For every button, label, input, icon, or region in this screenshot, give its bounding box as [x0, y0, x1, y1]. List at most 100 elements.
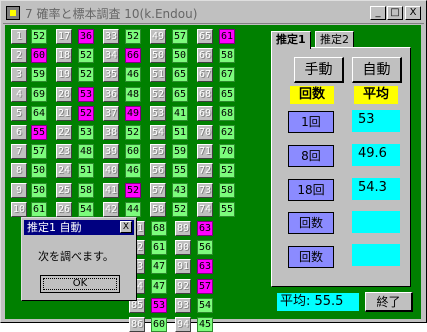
- grid-index-button[interactable]: 8: [11, 163, 27, 178]
- dialog-title: 推定1 自動 X: [24, 220, 134, 235]
- grid-value-cell: 52: [125, 125, 141, 140]
- grid-index-button[interactable]: 55: [150, 144, 166, 159]
- grid-index-button[interactable]: 54: [150, 125, 166, 140]
- grid-index-button[interactable]: 24: [56, 163, 72, 178]
- maximize-button[interactable]: □: [387, 6, 403, 20]
- grid-index-button[interactable]: 1: [11, 29, 27, 44]
- app-icon[interactable]: [6, 6, 20, 20]
- grid-index-button[interactable]: 57: [150, 183, 166, 198]
- auto-button[interactable]: 自動: [352, 57, 402, 83]
- grid-value-cell: 65: [172, 87, 188, 102]
- grid-index-button[interactable]: 37: [103, 106, 119, 121]
- grid-index-button[interactable]: 93: [175, 298, 191, 313]
- overall-average: 平均: 55.5: [277, 293, 359, 311]
- grid-index-button[interactable]: 52: [150, 87, 166, 102]
- grid-value-cell: 58: [219, 183, 235, 198]
- grid-index-button[interactable]: 33: [103, 29, 119, 44]
- grid-value-cell: 50: [31, 183, 47, 198]
- grid-value-cell: 57: [197, 279, 213, 294]
- grid-index-button[interactable]: 23: [56, 144, 72, 159]
- grid-index-button[interactable]: 22: [56, 125, 72, 140]
- grid-index-button[interactable]: 71: [197, 144, 213, 159]
- grid-index-button[interactable]: 91: [175, 259, 191, 274]
- dialog-ok-button[interactable]: OK: [40, 275, 120, 293]
- grid-index-button[interactable]: 10: [11, 202, 27, 217]
- grid-index-button[interactable]: 26: [56, 202, 72, 217]
- grid-value-cell: 58: [78, 183, 94, 198]
- minimize-button[interactable]: _: [370, 6, 386, 20]
- grid-index-button[interactable]: 18: [56, 48, 72, 63]
- exit-button[interactable]: 終了: [365, 292, 413, 312]
- tab-estimate1[interactable]: 推定1: [271, 31, 311, 49]
- grid-index-button[interactable]: 42: [103, 202, 119, 217]
- manual-button[interactable]: 手動: [294, 57, 344, 83]
- grid-index-button[interactable]: 51: [150, 67, 166, 82]
- tab-estimate2[interactable]: 推定2: [315, 31, 354, 47]
- dialog-title-text: 推定1 自動: [27, 221, 82, 234]
- grid-value-cell: 70: [219, 144, 235, 159]
- grid-index-button[interactable]: 92: [175, 279, 191, 294]
- grid-index-button[interactable]: 20: [56, 87, 72, 102]
- grid-index-button[interactable]: 35: [103, 67, 119, 82]
- grid-index-button[interactable]: 4: [11, 87, 27, 102]
- grid-index-button[interactable]: 94: [175, 317, 191, 332]
- grid-value-cell: 65: [219, 87, 235, 102]
- message-dialog: 推定1 自動 X 次を調べます。 OK: [21, 217, 137, 301]
- grid-index-button[interactable]: 25: [56, 183, 72, 198]
- grid-index-button[interactable]: 68: [197, 87, 213, 102]
- grid-index-button[interactable]: 50: [150, 48, 166, 63]
- title-bar: 7 確率と標本調査 10(k.Endou) _ □ X: [3, 3, 424, 24]
- grid-index-button[interactable]: 34: [103, 48, 119, 63]
- grid-index-button[interactable]: 7: [11, 144, 27, 159]
- grid-index-button[interactable]: 6: [11, 125, 27, 140]
- grid-value-cell: 36: [78, 29, 94, 44]
- grid-value-cell: 52: [125, 183, 141, 198]
- grid-value-cell: 58: [219, 48, 235, 63]
- grid-index-button[interactable]: 9: [11, 183, 27, 198]
- grid-value-cell: 66: [125, 48, 141, 63]
- count-box-1: 1回: [288, 111, 334, 133]
- grid-value-cell: 57: [31, 144, 47, 159]
- grid-value-cell: 52: [125, 29, 141, 44]
- grid-index-button[interactable]: 67: [197, 67, 213, 82]
- grid-index-button[interactable]: 74: [197, 202, 213, 217]
- close-button[interactable]: X: [405, 6, 421, 20]
- avg-box-1: 53: [352, 110, 400, 132]
- grid-index-button[interactable]: 69: [197, 106, 213, 121]
- count-box-4: 回数: [288, 212, 334, 234]
- grid-index-button[interactable]: 73: [197, 183, 213, 198]
- grid-index-button[interactable]: 66: [197, 48, 213, 63]
- grid-index-button[interactable]: 70: [197, 125, 213, 140]
- grid-index-button[interactable]: 36: [103, 87, 119, 102]
- grid-value-cell: 49: [125, 106, 141, 121]
- dialog-close-icon[interactable]: X: [120, 221, 132, 233]
- grid-index-button[interactable]: 49: [150, 29, 166, 44]
- grid-value-cell: 55: [219, 202, 235, 217]
- grid-value-cell: 52: [31, 29, 47, 44]
- grid-index-button[interactable]: 5: [11, 106, 27, 121]
- grid-index-button[interactable]: 56: [150, 163, 166, 178]
- grid-index-button[interactable]: 21: [56, 106, 72, 121]
- grid-index-button[interactable]: 19: [56, 67, 72, 82]
- grid-value-cell: 65: [172, 67, 188, 82]
- grid-value-cell: 59: [172, 144, 188, 159]
- grid-index-button[interactable]: 72: [197, 163, 213, 178]
- grid-value-cell: 43: [172, 183, 188, 198]
- grid-index-button[interactable]: 38: [103, 125, 119, 140]
- grid-index-button[interactable]: 58: [150, 202, 166, 217]
- grid-index-button[interactable]: 17: [56, 29, 72, 44]
- grid-index-button[interactable]: 41: [103, 183, 119, 198]
- grid-index-button[interactable]: 65: [197, 29, 213, 44]
- grid-value-cell: 60: [31, 48, 47, 63]
- grid-index-button[interactable]: 3: [11, 67, 27, 82]
- grid-value-cell: 59: [31, 67, 47, 82]
- grid-index-button[interactable]: 2: [11, 48, 27, 63]
- grid-index-button[interactable]: 90: [175, 240, 191, 255]
- grid-index-button[interactable]: 39: [103, 144, 119, 159]
- grid-value-cell: 57: [172, 29, 188, 44]
- grid-index-button[interactable]: 53: [150, 106, 166, 121]
- grid-index-button[interactable]: 89: [175, 221, 191, 236]
- grid-index-button[interactable]: 40: [103, 163, 119, 178]
- grid-value-cell: 53: [78, 125, 94, 140]
- grid-index-button[interactable]: 86: [129, 317, 145, 332]
